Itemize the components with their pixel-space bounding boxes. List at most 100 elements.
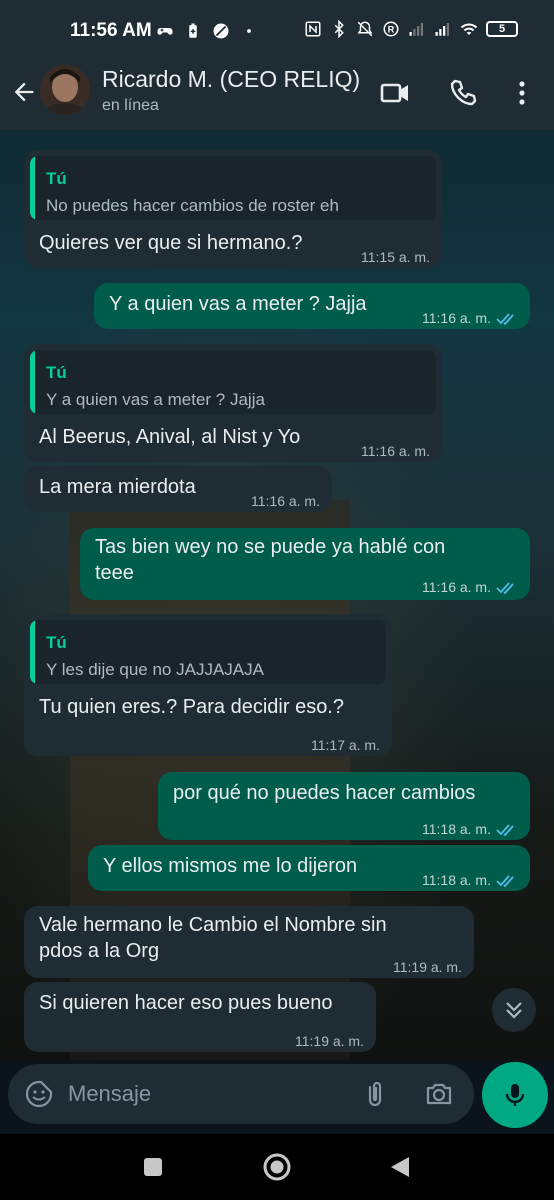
- message-text: por qué no puedes hacer cambios: [173, 782, 476, 804]
- r-icon: R: [383, 21, 399, 37]
- wifi-icon: [460, 23, 478, 35]
- scroll-to-bottom-button[interactable]: [492, 988, 536, 1032]
- message-incoming[interactable]: La mera mierdota 11:16 a. m.: [24, 466, 332, 512]
- quote-bar: [30, 620, 35, 684]
- message-meta: 11:15 a. m.: [361, 244, 430, 271]
- message-time: 11:15 a. m.: [360, 249, 430, 265]
- home-button[interactable]: [262, 1152, 292, 1182]
- signal-icon: [409, 23, 423, 36]
- status-left-icons: [156, 22, 258, 40]
- message-meta: 11:18 a. m.: [422, 867, 518, 894]
- gamepad-icon: [157, 28, 173, 35]
- more-vert-icon[interactable]: [505, 76, 539, 110]
- back-triangle-icon: [391, 1157, 409, 1177]
- quote-author: Tú: [46, 169, 67, 188]
- message-meta: 11:16 a. m.: [422, 305, 518, 332]
- message-outgoing[interactable]: Y ellos mismos me lo dijeron 11:18 a. m.: [88, 845, 530, 891]
- message-incoming[interactable]: Tú Y les dije que no JAJJAJAJA Tu quien …: [24, 614, 392, 756]
- mic-button[interactable]: [482, 1062, 548, 1128]
- back-arrow-icon[interactable]: [10, 78, 38, 106]
- message-time: 11:17 a. m.: [310, 737, 380, 753]
- message-time: 11:16 a. m.: [360, 443, 430, 459]
- home-circle-icon: [263, 1153, 291, 1181]
- quote-text: Y les dije que no JAJJAJAJA: [46, 660, 264, 679]
- message-composer: [8, 1064, 474, 1124]
- recents-button[interactable]: [138, 1152, 168, 1182]
- message-text: Quieres ver que si hermano.?: [39, 232, 303, 254]
- contact-name[interactable]: Ricardo M. (CEO RELIQ): [102, 66, 360, 93]
- battery-icon: 5: [486, 21, 518, 37]
- message-text-line: pdos a la Org: [39, 940, 160, 962]
- quoted-message[interactable]: Tú No puedes hacer cambios de roster eh: [30, 156, 436, 220]
- message-text: Si quieren hacer eso pues bueno: [39, 992, 333, 1014]
- phone-icon[interactable]: [446, 76, 480, 110]
- mic-icon: [505, 1084, 525, 1106]
- message-outgoing[interactable]: Tas bien wey no se puede ya hablé con te…: [80, 528, 530, 600]
- message-incoming[interactable]: Vale hermano le Cambio el Nombre sin pdo…: [24, 906, 474, 978]
- quote-text: Y a quien vas a meter ? Jajja: [46, 390, 265, 409]
- bluetooth-icon: [334, 20, 344, 38]
- message-meta: 11:16 a. m.: [251, 488, 320, 515]
- back-button[interactable]: [385, 1152, 415, 1182]
- message-text-line: teee: [95, 562, 134, 584]
- battery-saver-icon: [189, 23, 197, 38]
- read-ticks-icon: [496, 581, 514, 594]
- recents-square-icon: [144, 1158, 162, 1176]
- message-time: 11:18 a. m.: [421, 872, 491, 888]
- message-time: 11:16 a. m.: [421, 579, 491, 595]
- message-meta: 11:19 a. m.: [393, 954, 462, 981]
- message-incoming[interactable]: Tú No puedes hacer cambios de roster eh …: [24, 150, 442, 268]
- double-chevron-down-icon: [506, 1002, 522, 1019]
- avatar-image: [40, 65, 90, 115]
- message-time: 11:16 a. m.: [250, 493, 320, 509]
- nfc-icon: [305, 21, 321, 37]
- read-ticks-icon: [496, 823, 514, 836]
- system-nav-bar: [0, 1134, 554, 1200]
- camera-icon[interactable]: [424, 1079, 454, 1109]
- message-incoming[interactable]: Tú Y a quien vas a meter ? Jajja Al Beer…: [24, 344, 442, 462]
- message-text-line: Tas bien wey no se puede ya hablé con: [95, 536, 446, 558]
- message-text: Al Beerus, Anival, al Nist y Yo: [39, 426, 301, 448]
- no-disturb-icon: [213, 23, 229, 39]
- signal-icon: [435, 23, 449, 36]
- svg-text:R: R: [388, 24, 395, 34]
- dot-icon: [247, 29, 251, 33]
- message-incoming[interactable]: Si quieren hacer eso pues bueno 11:19 a.…: [24, 982, 376, 1052]
- chat-area[interactable]: Tú No puedes hacer cambios de roster eh …: [0, 130, 554, 1060]
- quote-bar: [30, 156, 35, 220]
- message-outgoing[interactable]: Y a quien vas a meter ? Jajja 11:16 a. m…: [94, 283, 530, 329]
- message-time: 11:18 a. m.: [421, 821, 491, 837]
- read-ticks-icon: [496, 874, 514, 887]
- quoted-message[interactable]: Tú Y les dije que no JAJJAJAJA: [30, 620, 386, 684]
- message-input[interactable]: [68, 1078, 348, 1110]
- message-text: Tu quien eres.? Para decidir eso.?: [39, 696, 344, 718]
- message-meta: 11:16 a. m.: [422, 574, 518, 601]
- message-text-line: Vale hermano le Cambio el Nombre sin: [39, 914, 387, 936]
- message-outgoing[interactable]: por qué no puedes hacer cambios 11:18 a.…: [158, 772, 530, 840]
- attach-icon[interactable]: [360, 1079, 390, 1109]
- message-time: 11:19 a. m.: [392, 959, 462, 975]
- battery-level: 5: [498, 23, 506, 35]
- message-time: 11:19 a. m.: [294, 1033, 364, 1049]
- message-meta: 11:16 a. m.: [361, 438, 430, 465]
- status-bar: 11:56 AM R 5: [0, 0, 554, 64]
- quote-text: No puedes hacer cambios de roster eh: [46, 196, 339, 215]
- message-text: Y ellos mismos me lo dijeron: [103, 855, 358, 877]
- chat-header: Ricardo M. (CEO RELIQ) en línea: [0, 64, 554, 130]
- quoted-message[interactable]: Tú Y a quien vas a meter ? Jajja: [30, 350, 436, 414]
- avatar[interactable]: [40, 65, 90, 115]
- video-call-icon[interactable]: [378, 76, 412, 110]
- contact-status: en línea: [102, 97, 159, 114]
- read-ticks-icon: [496, 312, 514, 325]
- message-time: 11:16 a. m.: [421, 310, 491, 326]
- quote-author: Tú: [46, 363, 67, 382]
- message-meta: 11:18 a. m.: [422, 816, 518, 843]
- message-meta: 11:19 a. m.: [295, 1028, 364, 1055]
- status-time: 11:56 AM: [70, 20, 152, 41]
- quote-author: Tú: [46, 633, 67, 652]
- status-right-icons: R 5: [304, 20, 518, 38]
- sticker-icon[interactable]: [24, 1079, 54, 1109]
- message-text: Y a quien vas a meter ? Jajja: [109, 293, 367, 315]
- quote-bar: [30, 350, 35, 414]
- silent-icon: [357, 21, 373, 37]
